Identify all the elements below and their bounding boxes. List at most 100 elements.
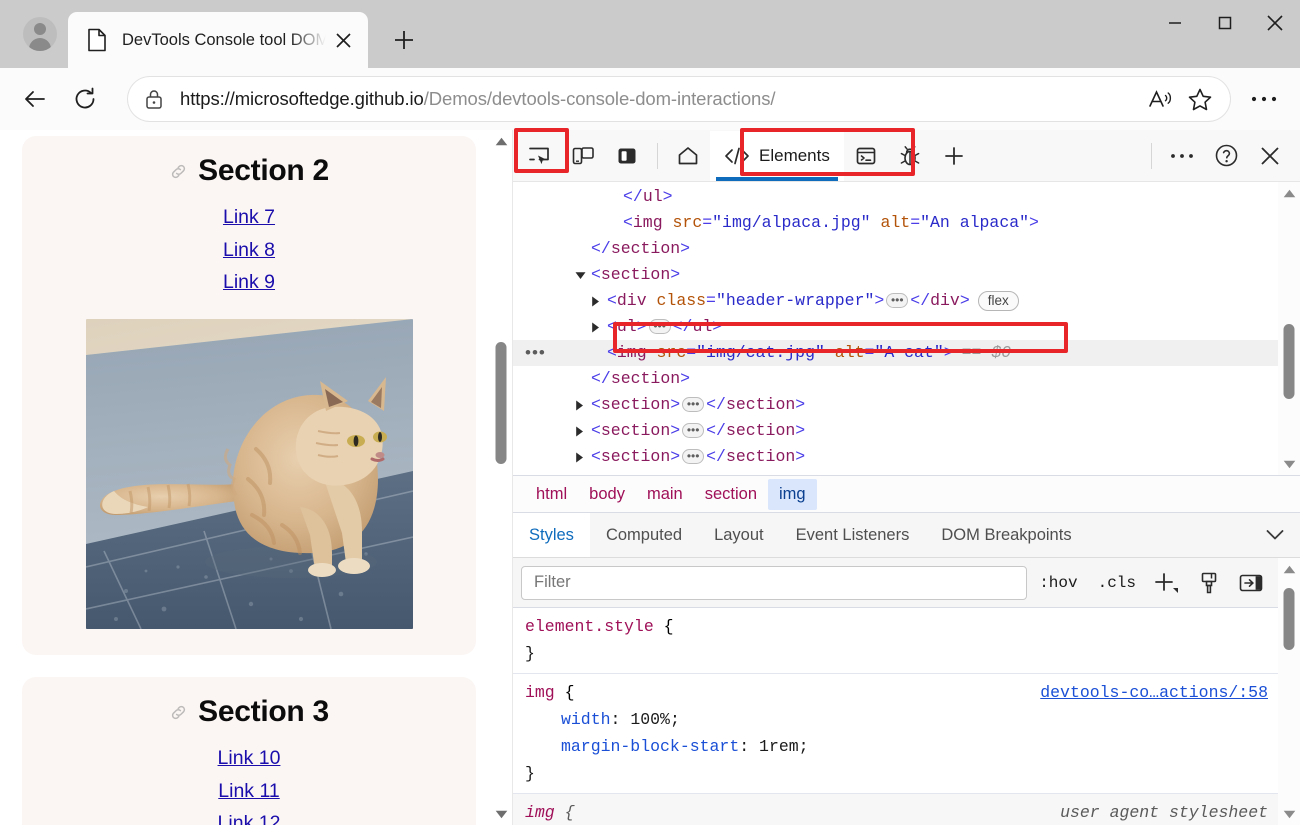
breadcrumb-item-img[interactable]: img	[768, 479, 817, 510]
page-scroll-thumb[interactable]	[496, 342, 507, 464]
tab-elements[interactable]: Elements	[710, 131, 844, 181]
tab-layout[interactable]: Layout	[698, 513, 780, 557]
back-button[interactable]	[14, 78, 56, 120]
dom-scroll-thumb[interactable]	[1284, 324, 1295, 399]
page-link[interactable]: Link 9	[44, 269, 454, 297]
page-scroll-track[interactable]	[490, 152, 512, 803]
breadcrumb-item-main[interactable]: main	[636, 479, 694, 510]
help-icon[interactable]	[1204, 136, 1248, 176]
css-declaration[interactable]: width: 100%;	[513, 706, 1278, 733]
dom-node-row[interactable]: <ul>•••</ul>	[513, 314, 1278, 340]
flex-badge[interactable]: flex	[978, 291, 1019, 311]
css-property[interactable]: width	[561, 710, 611, 729]
read-aloud-icon[interactable]	[1140, 79, 1180, 119]
breadcrumb-item-html[interactable]: html	[525, 479, 578, 510]
home-icon[interactable]	[666, 136, 710, 176]
class-toggle-button[interactable]: .cls	[1090, 568, 1144, 598]
css-rules-list[interactable]: element.style { } img { devtools-co…acti…	[513, 608, 1278, 825]
page-link[interactable]: Link 11	[44, 778, 454, 806]
hover-state-button[interactable]: :hov	[1031, 568, 1085, 598]
page-link[interactable]: Link 12	[44, 810, 454, 825]
twisty-closed-icon[interactable]	[575, 426, 591, 437]
profile-button[interactable]	[12, 6, 68, 62]
css-value[interactable]: 100%	[630, 710, 670, 729]
css-value[interactable]: 1rem	[759, 737, 799, 756]
dom-node-row[interactable]: <section>•••</section>	[513, 470, 1278, 475]
dom-node-row[interactable]: <section>	[513, 262, 1278, 288]
dom-node-row[interactable]: <section>•••</section>	[513, 418, 1278, 444]
twisty-closed-icon[interactable]	[591, 296, 607, 307]
breadcrumb-item-section[interactable]: section	[694, 479, 768, 510]
bug-icon[interactable]	[888, 136, 932, 176]
css-declaration[interactable]: margin-block-start: 1rem;	[513, 733, 1278, 760]
tab-styles[interactable]: Styles	[513, 513, 590, 557]
css-rule-header[interactable]: element.style {	[513, 613, 1278, 640]
styles-scroll-thumb[interactable]	[1284, 588, 1295, 650]
devtools-close-icon[interactable]	[1248, 136, 1292, 176]
css-property[interactable]: margin-block-start	[561, 737, 739, 756]
link-anchor-icon[interactable]	[169, 703, 188, 722]
css-rule-header[interactable]: img { devtools-co…actions/:58	[513, 679, 1278, 706]
dock-side-icon[interactable]	[605, 136, 649, 176]
filter-input[interactable]	[534, 573, 1014, 592]
browser-settings-button[interactable]	[1242, 77, 1286, 121]
scroll-up-icon[interactable]	[1283, 182, 1296, 204]
css-rule-header[interactable]: img { user agent stylesheet	[513, 799, 1278, 825]
dom-node-row[interactable]: <section>•••</section>	[513, 444, 1278, 470]
css-selector[interactable]: element.style {	[525, 613, 674, 640]
new-style-rule-icon[interactable]	[1148, 567, 1186, 599]
tab-computed[interactable]: Computed	[590, 513, 698, 557]
expand-dots-icon[interactable]: •••	[682, 397, 704, 412]
scroll-down-icon[interactable]	[1283, 803, 1296, 825]
open-computed-sidebar-icon[interactable]	[1232, 567, 1270, 599]
inspect-element-icon[interactable]	[517, 136, 561, 176]
console-drawer-icon[interactable]	[844, 136, 888, 176]
device-emulation-icon[interactable]	[561, 136, 605, 176]
styles-scrollbar[interactable]	[1278, 558, 1300, 825]
dom-node-row[interactable]: <img src="img/alpaca.jpg" alt="An alpaca…	[513, 210, 1278, 236]
dom-tree-scrollbar[interactable]	[1278, 182, 1300, 475]
css-source-link[interactable]: devtools-co…actions/:58	[1040, 679, 1268, 706]
tab-close-icon[interactable]	[328, 25, 358, 55]
dom-node-row[interactable]: </section>	[513, 366, 1278, 392]
expand-dots-icon[interactable]: •••	[682, 449, 704, 464]
scroll-down-icon[interactable]	[495, 803, 508, 825]
dom-tree[interactable]: </ul> <img src="img/alpaca.jpg" alt="An …	[513, 182, 1300, 475]
expand-dots-icon[interactable]: •••	[682, 423, 704, 438]
add-tool-icon[interactable]	[932, 136, 976, 176]
page-scrollbar[interactable]	[490, 130, 512, 825]
twisty-open-icon[interactable]	[575, 271, 591, 280]
scroll-up-icon[interactable]	[495, 130, 508, 152]
tab-event-listeners[interactable]: Event Listeners	[780, 513, 926, 557]
dom-node-row-selected[interactable]: ••• <img src="img/cat.jpg" alt="A cat"> …	[513, 340, 1278, 366]
css-selector[interactable]: img {	[525, 679, 575, 706]
node-menu-icon[interactable]: •••	[525, 340, 546, 366]
page-link[interactable]: Link 7	[44, 204, 454, 232]
breadcrumb-item-body[interactable]: body	[578, 479, 636, 510]
chevron-down-icon[interactable]	[1250, 513, 1300, 557]
more-tools-icon[interactable]	[1160, 136, 1204, 176]
css-rule-user-agent[interactable]: img { user agent stylesheet	[513, 794, 1278, 825]
maximize-button[interactable]	[1200, 0, 1250, 46]
styles-scroll-track[interactable]	[1278, 580, 1300, 803]
expand-dots-icon[interactable]: •••	[649, 319, 671, 334]
scroll-up-icon[interactable]	[1283, 558, 1296, 580]
twisty-closed-icon[interactable]	[575, 400, 591, 411]
minimize-button[interactable]	[1150, 0, 1200, 46]
window-close-button[interactable]	[1250, 0, 1300, 46]
dom-node-row[interactable]: </section>	[513, 236, 1278, 262]
css-rule[interactable]: element.style { }	[513, 608, 1278, 674]
expand-dots-icon[interactable]: •••	[886, 293, 908, 308]
new-tab-button[interactable]	[382, 18, 426, 62]
browser-tab[interactable]: DevTools Console tool DOM inte	[68, 12, 368, 68]
filter-input-wrapper[interactable]	[521, 566, 1027, 600]
address-bar[interactable]: https://microsoftedge.github.io/Demos/de…	[128, 77, 1230, 121]
dom-node-row[interactable]: <div class="header-wrapper">•••</div> fl…	[513, 288, 1278, 314]
scroll-down-icon[interactable]	[1283, 453, 1296, 475]
link-anchor-icon[interactable]	[169, 162, 188, 181]
paintbrush-icon[interactable]	[1190, 567, 1228, 599]
tab-dom-breakpoints[interactable]: DOM Breakpoints	[925, 513, 1087, 557]
expand-dots-icon[interactable]: •••	[682, 475, 704, 476]
dom-scroll-track[interactable]	[1278, 204, 1300, 453]
css-rule[interactable]: img { devtools-co…actions/:58 width: 100…	[513, 674, 1278, 794]
